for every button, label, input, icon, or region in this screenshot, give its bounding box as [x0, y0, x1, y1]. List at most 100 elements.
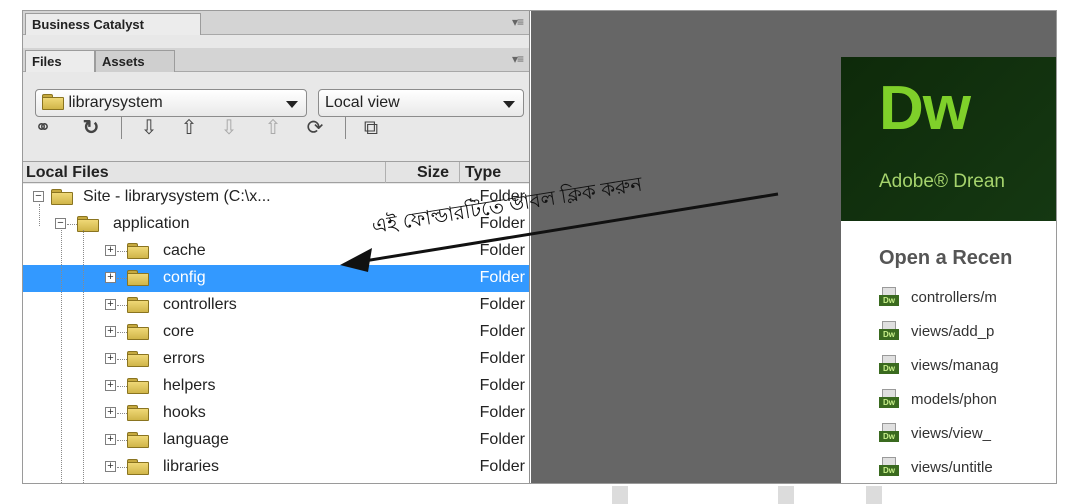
dreamweaver-logo: Dw [879, 74, 971, 143]
tree-row[interactable]: + core Folder [23, 319, 529, 346]
open-recent-heading: Open a Recen [879, 247, 1013, 269]
tree-item-type: Folder [479, 458, 525, 475]
column-local-files[interactable]: Local Files [26, 164, 109, 182]
expand-icon[interactable]: + [105, 407, 116, 418]
tree-row[interactable]: + config Folder [23, 265, 529, 292]
put-files-icon[interactable]: ⇧ [175, 115, 203, 141]
tree-item-name: Site - librarysystem (C:\x... [83, 188, 271, 205]
taskbar-fragment [866, 486, 882, 504]
site-select-value: librarysystem [68, 94, 163, 111]
business-catalyst-tabbar: Business Catalyst ▾≡ [23, 11, 529, 35]
tree-item-name: hooks [163, 404, 206, 421]
tree-item-name: cache [163, 242, 206, 259]
expand-panel-icon[interactable]: ⧉ [357, 115, 385, 141]
expand-icon[interactable]: + [105, 245, 116, 256]
chevron-down-icon [503, 101, 515, 108]
expand-icon[interactable]: + [105, 461, 116, 472]
dw-file-icon: Dw [879, 355, 899, 375]
folder-icon [127, 432, 149, 448]
site-select[interactable]: librarysystem [35, 89, 307, 117]
file-list-header: Local Files Size Type [23, 161, 529, 183]
dw-file-icon: Dw [879, 389, 899, 409]
connect-icon[interactable]: ⚭ [29, 115, 57, 141]
panel-options-icon[interactable]: ▾≡ [512, 15, 524, 29]
view-select-value: Local view [325, 94, 400, 111]
recent-file-name: controllers/m [911, 289, 997, 306]
view-select[interactable]: Local view [318, 89, 524, 117]
tree-item-type: Folder [479, 269, 525, 286]
document-area: Dw Adobe® Drean Open a Recen Dw controlle… [531, 11, 1056, 483]
folder-icon [127, 405, 149, 421]
tree-row[interactable]: + libraries Folder [23, 454, 529, 481]
dw-file-icon-label: Dw [879, 295, 899, 306]
expand-icon[interactable]: + [105, 353, 116, 364]
tree-item-name: libraries [163, 458, 220, 475]
panel-options-icon[interactable]: ▾≡ [512, 52, 524, 66]
dw-file-icon: Dw [879, 321, 899, 341]
recent-file-name: views/untitle [911, 459, 993, 476]
tree-row[interactable]: + controllers Folder [23, 292, 529, 319]
dw-file-icon: Dw [879, 287, 899, 307]
tree-item-name: core [163, 323, 195, 340]
tree-item-name: controllers [163, 296, 237, 313]
dw-file-icon-label: Dw [879, 397, 899, 408]
tree-row[interactable]: + errors Folder [23, 346, 529, 373]
folder-icon [127, 351, 149, 367]
check-out-icon[interactable]: ⇩ [215, 115, 243, 141]
tree-item-type: Folder [479, 377, 525, 394]
tab-files[interactable]: Files [25, 50, 95, 72]
welcome-screen: Dw Adobe® Drean Open a Recen Dw controlle… [841, 57, 1056, 483]
dw-file-icon-label: Dw [879, 465, 899, 476]
expand-icon[interactable]: + [105, 434, 116, 445]
dw-file-icon-label: Dw [879, 431, 899, 442]
recent-file-name: views/manag [911, 357, 999, 374]
tab-business-catalyst[interactable]: Business Catalyst [25, 13, 201, 35]
collapse-icon[interactable]: − [33, 191, 44, 202]
recent-file-name: models/phon [911, 391, 997, 408]
column-size[interactable]: Size [417, 164, 449, 182]
site-folder-icon [42, 94, 64, 110]
folder-icon [127, 270, 149, 286]
dw-file-icon-label: Dw [879, 363, 899, 374]
tree-item-name: application [113, 215, 190, 232]
tree-item-type: Folder [479, 350, 525, 367]
check-in-icon[interactable]: ⇧ [259, 115, 287, 141]
tree-item-name: errors [163, 350, 205, 367]
get-files-icon[interactable]: ⇩ [135, 115, 163, 141]
chevron-down-icon [286, 101, 298, 108]
taskbar-fragment [778, 486, 794, 504]
files-tabbar: Files Assets ▾≡ [23, 48, 529, 72]
expand-icon[interactable]: + [105, 299, 116, 310]
taskbar-fragment [612, 486, 628, 504]
tab-assets[interactable]: Assets [95, 50, 175, 72]
expand-icon[interactable]: + [105, 380, 116, 391]
tree-row[interactable]: + helpers Folder [23, 373, 529, 400]
recent-file-name: views/add_p [911, 323, 995, 340]
dw-file-icon: Dw [879, 423, 899, 443]
folder-icon [127, 324, 149, 340]
dw-file-icon: Dw [879, 457, 899, 477]
recent-file-name: views/view_ [911, 425, 992, 442]
refresh-icon[interactable]: ↻ [77, 115, 105, 141]
synchronize-icon[interactable]: ⟳ [301, 115, 329, 141]
folder-icon [77, 216, 99, 232]
collapse-icon[interactable]: − [55, 218, 66, 229]
column-type[interactable]: Type [465, 164, 501, 182]
screenshot-frame: Business Catalyst ▾≡ Files Assets ▾≡ lib… [22, 10, 1057, 484]
dreamweaver-product-name: Adobe® Drean [879, 171, 1005, 192]
folder-icon [51, 189, 73, 205]
tree-row[interactable]: + cache Folder [23, 238, 529, 265]
expand-icon[interactable]: + [105, 272, 116, 283]
tree-item-type: Folder [479, 296, 525, 313]
files-toolbar: ⚭ ↻ ⇩ ⇧ ⇩ ⇧ ⟳ ⧉ [29, 115, 509, 143]
tree-row[interactable]: + language Folder [23, 427, 529, 454]
folder-icon [127, 297, 149, 313]
dw-file-icon-label: Dw [879, 329, 899, 340]
tree-item-type: Folder [479, 323, 525, 340]
expand-icon[interactable]: + [105, 326, 116, 337]
tree-item-type: Folder [479, 242, 525, 259]
folder-icon [127, 243, 149, 259]
tree-row[interactable]: + hooks Folder [23, 400, 529, 427]
files-panel: Business Catalyst ▾≡ Files Assets ▾≡ lib… [23, 11, 530, 483]
dreamweaver-banner: Dw Adobe® Drean [841, 57, 1056, 221]
